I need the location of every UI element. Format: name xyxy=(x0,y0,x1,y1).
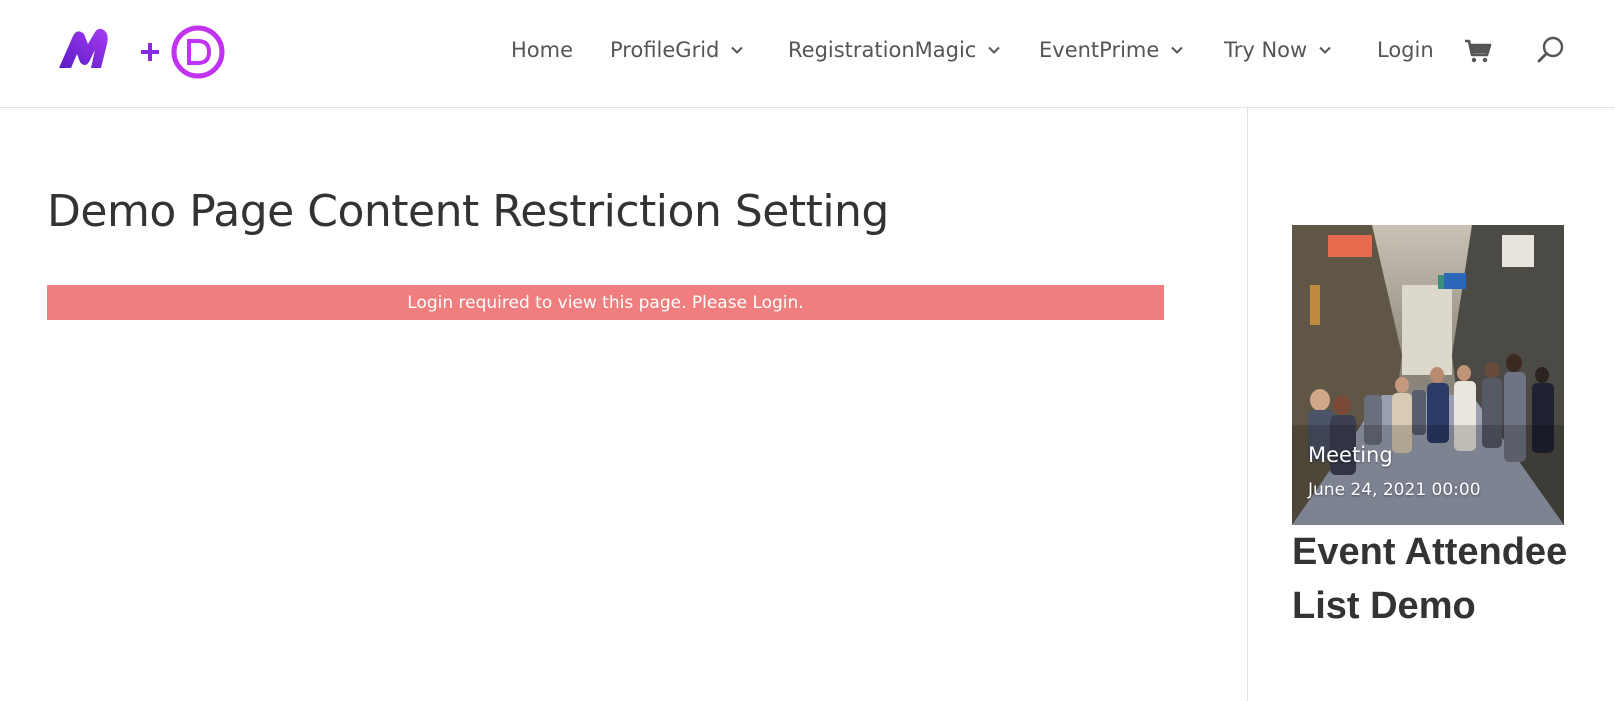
chevron-down-icon xyxy=(988,46,1001,54)
cart-icon xyxy=(1465,39,1492,63)
event-card[interactable]: Meeting June 24, 2021 00:00 xyxy=(1292,225,1564,525)
nav-registrationmagic[interactable]: RegistrationMagic xyxy=(788,33,1001,67)
event-name: Meeting xyxy=(1308,443,1393,467)
notice-text: Login required to view this page. Please… xyxy=(407,292,804,313)
chevron-down-icon xyxy=(731,46,744,54)
search-icon xyxy=(1537,36,1564,63)
chevron-down-icon xyxy=(1171,46,1184,54)
event-date: June 24, 2021 00:00 xyxy=(1308,480,1481,500)
sidebar-divider xyxy=(1247,108,1248,701)
chevron-down-icon xyxy=(1319,46,1331,54)
logo-icon xyxy=(59,25,225,79)
nav-registrationmagic-label: RegistrationMagic xyxy=(788,38,977,62)
nav-try-now[interactable]: Try Now xyxy=(1224,33,1331,67)
event-caption-overlay xyxy=(1292,425,1564,525)
search-button[interactable] xyxy=(1536,35,1566,65)
nav-try-now-label: Try Now xyxy=(1224,38,1308,62)
page-title: Demo Page Content Restriction Setting xyxy=(47,186,889,237)
nav-login-label: Login xyxy=(1377,38,1434,62)
nav-profilegrid[interactable]: ProfileGrid xyxy=(610,33,744,67)
site-header: Home ProfileGrid RegistrationMagic Event… xyxy=(0,0,1615,108)
nav-eventprime[interactable]: EventPrime xyxy=(1039,33,1184,67)
cart-button[interactable] xyxy=(1464,38,1492,64)
widget-title: Event Attendee List Demo xyxy=(1292,531,1568,627)
nav-home-label: Home xyxy=(511,38,574,62)
nav-eventprime-label: EventPrime xyxy=(1039,38,1160,62)
login-required-notice: Login required to view this page. Please… xyxy=(47,285,1164,320)
nav-login[interactable]: Login xyxy=(1377,33,1434,67)
nav-home[interactable]: Home xyxy=(511,33,573,67)
site-logo[interactable] xyxy=(55,22,227,80)
nav-profilegrid-label: ProfileGrid xyxy=(610,38,720,62)
